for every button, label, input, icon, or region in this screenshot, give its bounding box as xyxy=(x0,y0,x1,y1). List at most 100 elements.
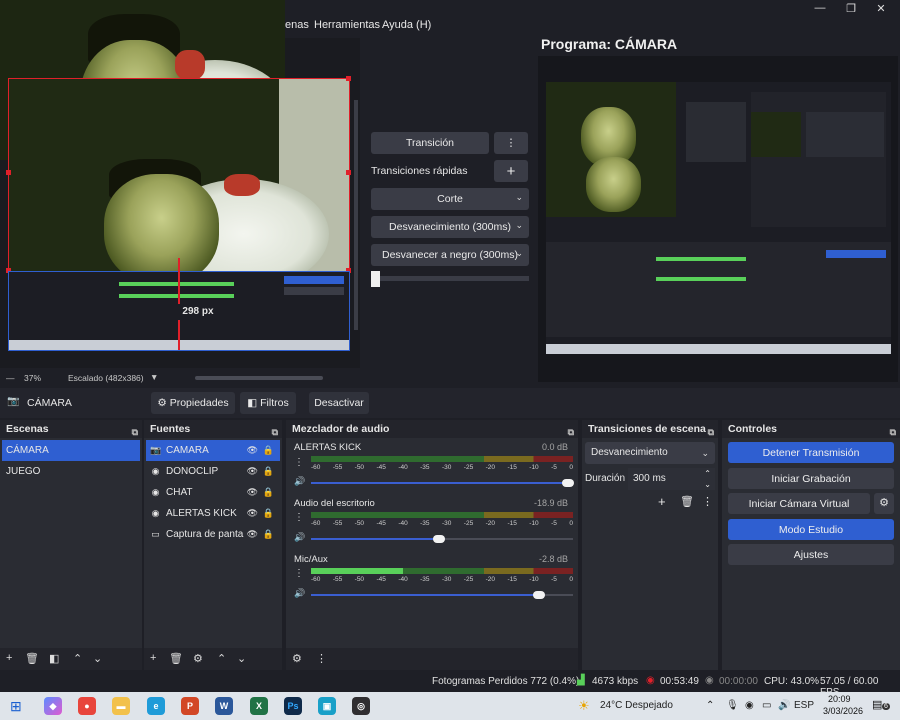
preview-scrollbar[interactable] xyxy=(354,100,358,330)
stop-stream-button[interactable]: Detener Transmisión xyxy=(728,442,894,463)
lock-icon[interactable]: 🔒 xyxy=(263,461,274,482)
quick-transition-fade-black[interactable]: Desvanecer a negro (300ms) ⌄ xyxy=(371,244,529,266)
t-bar-slider[interactable] xyxy=(371,271,529,287)
record-tray-icon[interactable]: ◉ xyxy=(745,700,754,711)
powerpoint-icon[interactable]: P xyxy=(181,697,199,715)
menu-tools[interactable]: Herramientas xyxy=(314,19,380,31)
lock-icon[interactable]: 🔒 xyxy=(263,440,274,461)
settings-button[interactable]: Ajustes xyxy=(728,544,894,565)
eye-icon[interactable]: 👁 xyxy=(247,524,258,545)
transition-select[interactable]: Desvanecimiento ⌄ xyxy=(585,442,715,464)
tray-chevron-icon[interactable]: ⌃ xyxy=(706,700,714,711)
pin-icon[interactable]: ⧉ xyxy=(568,423,574,441)
selected-source-frame[interactable] xyxy=(8,78,350,272)
more-icon[interactable]: ⋮ xyxy=(294,512,304,523)
source-item[interactable]: ▭ Captura de panta 👁 🔒 xyxy=(146,524,280,545)
store-icon[interactable]: ▣ xyxy=(318,697,336,715)
eye-icon[interactable]: 👁 xyxy=(247,482,258,503)
pin-icon[interactable]: ⧉ xyxy=(708,423,714,441)
chevron-down-icon[interactable]: ⌄ xyxy=(237,652,246,665)
source-item[interactable]: ◉ DONOCLIP 👁 🔒 xyxy=(146,461,280,482)
properties-button[interactable]: ⚙ Propiedades xyxy=(151,392,235,414)
volume-slider[interactable] xyxy=(311,479,574,487)
gear-icon[interactable]: ⚙ xyxy=(193,652,203,665)
pin-icon[interactable]: ⧉ xyxy=(890,423,896,441)
lock-icon[interactable]: 🔒 xyxy=(263,503,274,524)
spinner-icon[interactable]: ⌃ ⌄ xyxy=(704,468,711,490)
minimize-icon[interactable]: — xyxy=(805,2,835,16)
windows-start-icon[interactable]: ⊞ xyxy=(10,698,22,715)
chevron-up-icon[interactable]: ⌃ xyxy=(217,652,226,665)
speaker-icon[interactable]: 🔊 xyxy=(294,532,305,543)
trash-icon[interactable]: 🗑 xyxy=(169,652,183,665)
menu-help[interactable]: Ayuda (H) xyxy=(382,19,431,31)
filter-icon[interactable]: ◧ xyxy=(49,652,59,665)
lock-icon[interactable]: 🔒 xyxy=(263,482,274,503)
scene-item-camara[interactable]: CÁMARA xyxy=(2,440,140,461)
pin-icon[interactable]: ⧉ xyxy=(132,423,138,441)
resize-handle[interactable] xyxy=(346,76,351,81)
notification-icon[interactable]: ▤ xyxy=(872,698,882,711)
more-icon[interactable]: ⋮ xyxy=(494,132,528,154)
start-virtual-camera-button[interactable]: Iniciar Cámara Virtual xyxy=(728,493,870,514)
gear-icon[interactable]: ⚙ xyxy=(874,493,894,514)
eye-icon[interactable]: 👁 xyxy=(247,461,258,482)
network-icon[interactable]: ▭ xyxy=(762,700,771,711)
add-icon[interactable]: + xyxy=(494,160,528,182)
source-item[interactable]: ◉ CHAT 👁 🔒 xyxy=(146,482,280,503)
studio-mode-button[interactable]: Modo Estudio xyxy=(728,519,894,540)
resize-handle[interactable] xyxy=(346,170,351,175)
photoshop-icon[interactable]: Ps xyxy=(284,697,302,715)
clock-time[interactable]: 20:09 xyxy=(828,694,851,704)
more-icon[interactable]: ⋮ xyxy=(294,457,304,468)
speaker-icon[interactable]: 🔊 xyxy=(294,476,305,487)
horizontal-scrollbar[interactable] xyxy=(195,376,323,380)
edge-icon[interactable]: e xyxy=(147,697,165,715)
volume-slider[interactable] xyxy=(311,535,573,543)
volume-icon[interactable]: 🔊 xyxy=(778,700,790,711)
copilot-icon[interactable]: ◆ xyxy=(44,697,62,715)
transition-button[interactable]: Transición xyxy=(371,132,489,154)
chevron-down-icon[interactable]: ⌄ xyxy=(93,652,102,665)
duration-input[interactable]: 300 ms ⌃ ⌄ xyxy=(628,468,715,490)
obs-icon[interactable]: ◎ xyxy=(352,697,370,715)
scene-item-juego[interactable]: JUEGO xyxy=(2,461,140,482)
filters-button[interactable]: ◧ Filtros xyxy=(240,392,296,414)
speaker-icon[interactable]: 🔊 xyxy=(294,588,305,599)
add-icon[interactable]: + xyxy=(150,652,156,664)
quick-transition-fade[interactable]: Desvanecimiento (300ms) ⌄ xyxy=(371,216,529,238)
start-recording-button[interactable]: Iniciar Grabación xyxy=(728,468,894,489)
t-bar-handle[interactable] xyxy=(371,271,380,287)
more-icon[interactable]: ⋮ xyxy=(702,495,713,508)
file-explorer-icon[interactable]: ▬ xyxy=(112,697,130,715)
chrome-icon[interactable]: ● xyxy=(78,697,96,715)
lock-icon[interactable]: 🔒 xyxy=(263,524,274,545)
chevron-up-icon[interactable]: ⌃ xyxy=(73,652,82,665)
gear-icon[interactable]: ⚙ xyxy=(292,652,302,665)
eye-icon[interactable]: 👁 xyxy=(247,440,258,461)
add-icon[interactable]: + xyxy=(658,494,666,509)
volume-slider[interactable] xyxy=(311,591,573,599)
trash-icon[interactable]: 🗑 xyxy=(25,652,39,665)
menu-scenes[interactable]: enas xyxy=(285,19,309,31)
more-icon[interactable]: ⋮ xyxy=(316,652,327,665)
resize-handle[interactable] xyxy=(6,170,11,175)
clock-date[interactable]: 3/03/2026 xyxy=(823,706,863,716)
source-item[interactable]: ◉ ALERTAS KICK 👁 🔒 xyxy=(146,503,280,524)
close-icon[interactable]: ✕ xyxy=(866,2,896,16)
language-indicator[interactable]: ESP xyxy=(794,700,814,711)
microphone-icon[interactable]: 🎙 xyxy=(726,700,739,711)
maximize-icon[interactable]: ❐ xyxy=(836,2,866,16)
word-icon[interactable]: W xyxy=(215,697,233,715)
source-item[interactable]: 📷 CAMARA 👁 🔒 xyxy=(146,440,280,461)
add-icon[interactable]: + xyxy=(6,652,12,664)
preview-canvas[interactable]: 298 px xyxy=(0,0,360,368)
excel-icon[interactable]: X xyxy=(250,697,268,715)
chevron-down-icon[interactable]: ▼ xyxy=(150,372,158,382)
pin-icon[interactable]: ⧉ xyxy=(272,423,278,441)
eye-icon[interactable]: 👁 xyxy=(247,503,258,524)
quick-transition-cut[interactable]: Corte ⌄ xyxy=(371,188,529,210)
more-icon[interactable]: ⋮ xyxy=(294,568,304,579)
trash-icon[interactable]: 🗑 xyxy=(680,495,694,508)
deactivate-button[interactable]: Desactivar xyxy=(309,392,369,414)
